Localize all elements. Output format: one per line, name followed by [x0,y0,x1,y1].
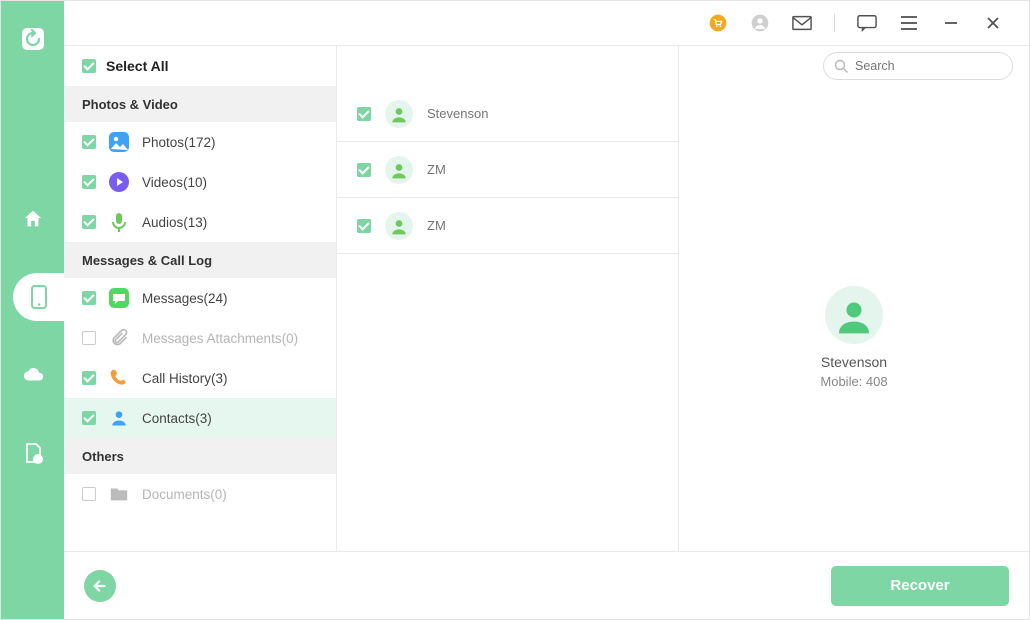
nav-file-alert[interactable]: ! [1,429,64,477]
nav-home[interactable] [1,195,64,243]
cat-row-videos[interactable]: Videos(10) [64,162,336,202]
cat-label: Call History(3) [142,371,228,386]
app-logo-icon [17,23,49,55]
svg-text:!: ! [36,455,39,464]
back-button[interactable] [84,570,116,602]
audios-icon [108,211,130,233]
cat-row-attachments[interactable]: Messages Attachments(0) [64,318,336,358]
avatar-icon [385,100,413,128]
detail-panel: Stevenson Mobile: 408 [679,46,1029,551]
cat-row-callhistory[interactable]: Call History(3) [64,358,336,398]
contact-row-2[interactable]: ZM [337,198,678,254]
titlebar-separator [834,14,835,32]
menu-icon[interactable] [899,13,919,33]
recover-button[interactable]: Recover [831,566,1009,606]
recover-label: Recover [890,577,949,594]
cat-checkbox[interactable] [82,371,96,385]
cat-checkbox[interactable] [82,291,96,305]
cat-label: Audios(13) [142,215,207,230]
select-all-row[interactable]: Select All [64,46,336,86]
cat-label: Messages(24) [142,291,228,306]
messages-icon [108,287,130,309]
footer-bar: Recover [64,551,1029,619]
contact-name-label: ZM [427,218,446,233]
attachment-icon [108,327,130,349]
search-icon [834,59,849,74]
documents-icon [108,483,130,505]
cat-checkbox[interactable] [82,411,96,425]
section-header-photosvideo: Photos & Video [64,86,336,122]
cat-checkbox[interactable] [82,215,96,229]
cat-row-photos[interactable]: Photos(172) [64,122,336,162]
contact-name-label: Stevenson [427,106,488,121]
contact-checkbox[interactable] [357,219,371,233]
app-sidebar: ! [1,1,64,619]
nav-device[interactable] [13,273,64,321]
videos-icon [108,171,130,193]
cat-row-documents[interactable]: Documents(0) [64,474,336,514]
select-all-label: Select All [106,58,169,74]
cat-checkbox[interactable] [82,175,96,189]
detail-name-label: Stevenson [821,354,887,370]
select-all-checkbox[interactable] [82,59,96,73]
contact-row-1[interactable]: ZM [337,142,678,198]
section-header-msgcall: Messages & Call Log [64,242,336,278]
user-icon[interactable] [750,13,770,33]
contact-checkbox[interactable] [357,163,371,177]
photos-icon [108,131,130,153]
cat-row-contacts[interactable]: Contacts(3) [64,398,336,438]
contact-name-label: ZM [427,162,446,177]
detail-phone-label: Mobile: 408 [820,374,887,389]
cat-row-audios[interactable]: Audios(13) [64,202,336,242]
cat-row-messages[interactable]: Messages(24) [64,278,336,318]
contact-checkbox[interactable] [357,107,371,121]
section-header-others: Others [64,438,336,474]
search-field[interactable] [823,52,1013,80]
cat-label: Photos(172) [142,135,216,150]
call-icon [108,367,130,389]
avatar-icon [385,212,413,240]
category-panel: Select All Photos & Video Photos(172) Vi… [64,46,337,551]
cat-checkbox[interactable] [82,331,96,345]
close-button[interactable] [983,13,1003,33]
avatar-icon [385,156,413,184]
cat-label: Videos(10) [142,175,207,190]
search-input[interactable] [855,59,995,73]
titlebar [64,1,1029,45]
mail-icon[interactable] [792,13,812,33]
minimize-button[interactable] [941,13,961,33]
cat-label: Documents(0) [142,487,227,502]
contacts-icon [108,407,130,429]
cart-icon[interactable] [708,13,728,33]
contacts-list-panel: Stevenson ZM ZM [337,46,679,551]
cat-checkbox[interactable] [82,135,96,149]
chat-icon[interactable] [857,13,877,33]
cat-checkbox[interactable] [82,487,96,501]
cat-label: Contacts(3) [142,411,212,426]
detail-avatar-icon [825,286,883,344]
cat-label: Messages Attachments(0) [142,331,298,346]
contact-row-0[interactable]: Stevenson [337,86,678,142]
nav-cloud[interactable] [1,351,64,399]
